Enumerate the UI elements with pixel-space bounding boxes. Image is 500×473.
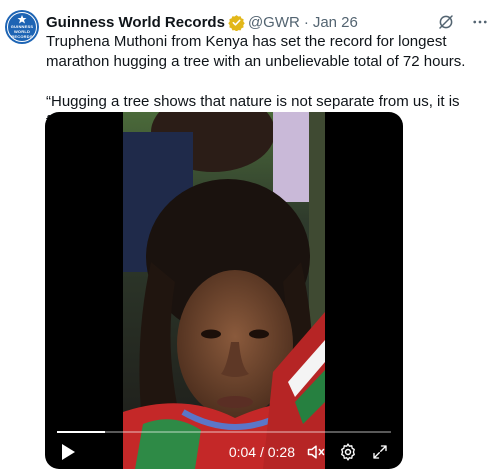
tweet-header: Guinness World Records @GWR · Jan 26 <box>46 12 490 32</box>
avatar-logo-text: GUINNESS WORLD RECORDS <box>10 24 34 39</box>
author-handle[interactable]: @GWR <box>248 14 300 31</box>
separator-dot: · <box>303 13 309 31</box>
video-frame[interactable] <box>123 112 325 469</box>
settings-icon[interactable] <box>337 441 359 463</box>
play-icon[interactable] <box>57 441 79 463</box>
video-progress-fill <box>57 431 105 433</box>
more-options-icon[interactable] <box>470 12 490 32</box>
avatar[interactable]: GUINNESS WORLD RECORDS <box>5 10 39 44</box>
fullscreen-icon[interactable] <box>369 441 391 463</box>
tweet-text-line-1: Truphena Muthoni from Kenya has set the … <box>46 33 466 70</box>
video-controls: 0:04 / 0:28 <box>45 429 403 469</box>
video-still-image <box>123 112 325 469</box>
video-progress-bar[interactable] <box>57 431 391 433</box>
author-name[interactable]: Guinness World Records <box>46 14 225 31</box>
video-time: 0:04 / 0:28 <box>228 444 295 460</box>
video-player[interactable]: 0:04 / 0:28 <box>45 112 403 469</box>
grok-icon[interactable] <box>436 12 456 32</box>
verified-badge-icon[interactable] <box>228 14 245 31</box>
gwr-logo-icon: GUINNESS WORLD RECORDS <box>7 12 37 42</box>
volume-icon[interactable] <box>305 441 327 463</box>
tweet-date[interactable]: Jan 26 <box>313 14 358 31</box>
